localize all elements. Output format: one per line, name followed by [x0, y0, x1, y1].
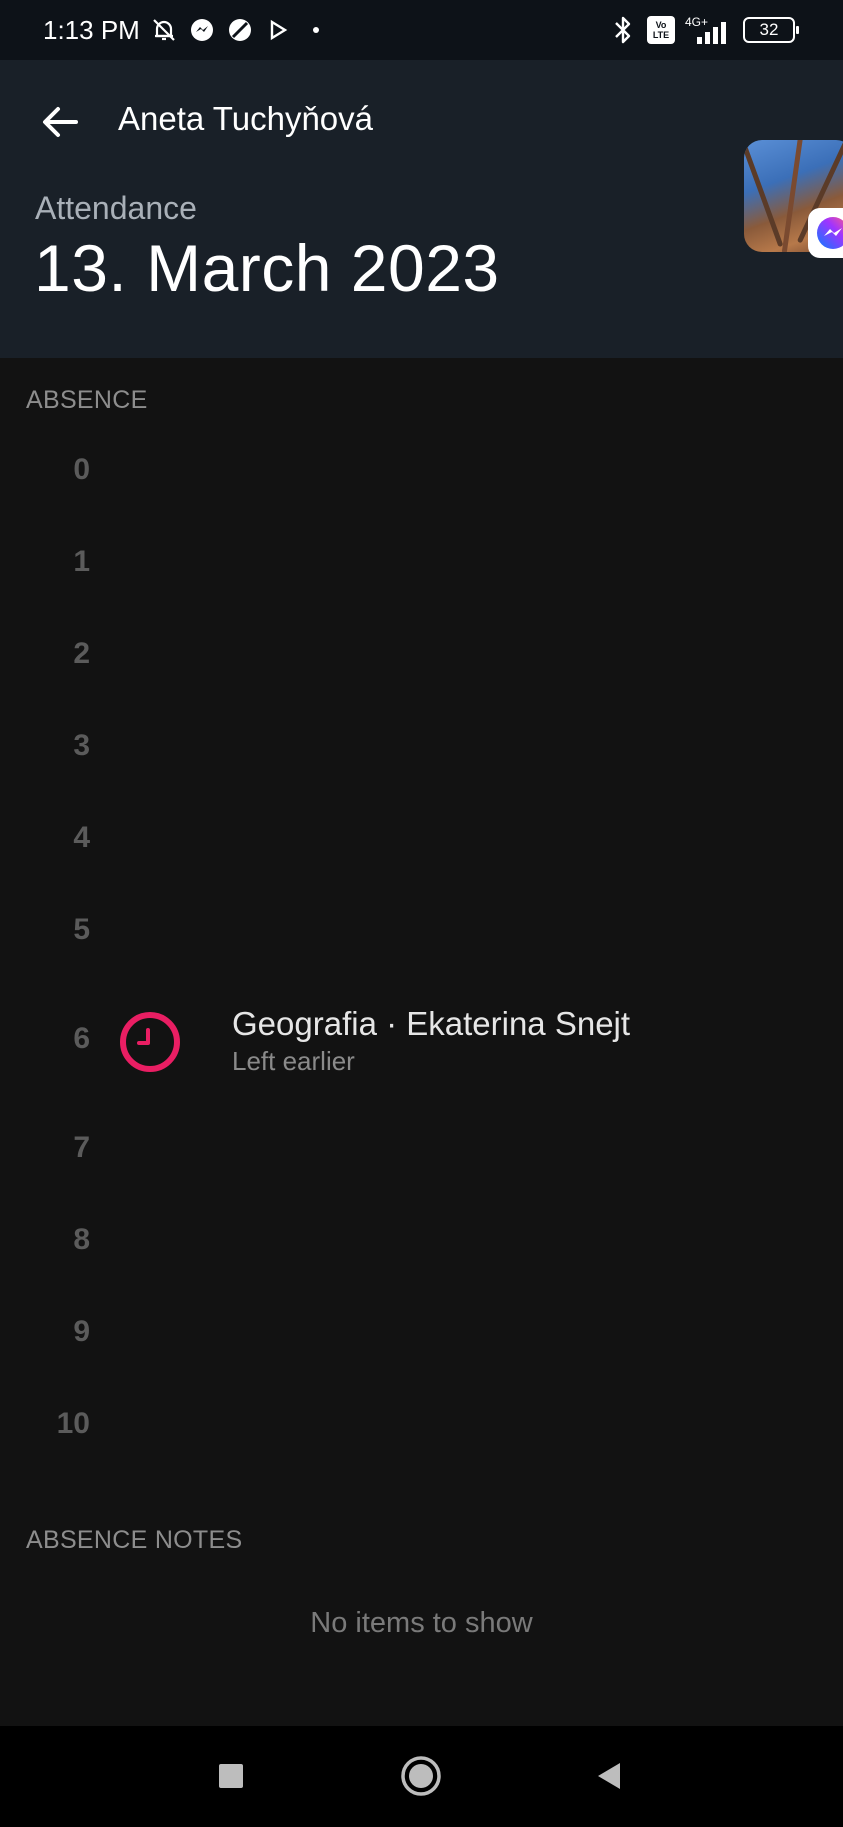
absence-notes-label: ABSENCE NOTES: [26, 1526, 243, 1554]
lesson-number: 5: [73, 913, 90, 946]
lesson-number: 9: [73, 1315, 90, 1348]
lesson-number: 0: [73, 453, 90, 486]
messenger-icon: [808, 208, 843, 258]
messenger-icon: [188, 16, 216, 44]
page-subtitle: Attendance: [35, 190, 197, 226]
square-icon: [219, 1764, 243, 1788]
back-arrow-button[interactable]: [36, 98, 84, 146]
lesson-number: 6: [73, 1022, 90, 1055]
lesson-number: 1: [73, 545, 90, 578]
app-header: Aneta Tuchyňová Attendance 13. March 202…: [0, 60, 843, 358]
back-button[interactable]: [584, 1751, 634, 1801]
status-bar: 1:13 PM Vo LTE 4G+ 32: [0, 0, 843, 60]
lesson-number: 2: [73, 637, 90, 670]
absence-section-label: ABSENCE: [26, 386, 148, 414]
arrow-left-icon: [43, 107, 78, 137]
circle-icon: [401, 1756, 441, 1796]
bell-off-icon: [150, 16, 178, 44]
dot-icon: [302, 16, 330, 44]
empty-state-text: No items to show: [310, 1607, 533, 1639]
clock-icon: [120, 1012, 180, 1072]
status-right: Vo LTE 4G+ 32: [609, 0, 799, 60]
lesson-number: 8: [73, 1223, 90, 1256]
lesson-number: 7: [73, 1131, 90, 1164]
recents-button[interactable]: [206, 1751, 256, 1801]
absence-entry-title: Geografia · Ekaterina Snejt: [232, 1005, 631, 1042]
battery-indicator: 32: [743, 17, 799, 43]
student-name: Aneta Tuchyňová: [118, 100, 374, 137]
absence-entry-status: Left earlier: [232, 1046, 355, 1076]
volte-label: Vo LTE: [652, 20, 670, 40]
no-entry-icon: [226, 16, 254, 44]
lesson-number: 4: [73, 821, 90, 854]
attendance-date: 13. March 2023: [34, 231, 500, 305]
lesson-number: 3: [73, 729, 90, 762]
lesson-number: 10: [56, 1407, 90, 1440]
status-time: 1:13 PM: [43, 14, 140, 45]
network-4g-icon: 4G+: [685, 15, 733, 45]
signal-icon: [697, 22, 726, 44]
triangle-back-icon: [598, 1763, 620, 1789]
volte-icon: Vo LTE: [647, 16, 675, 44]
play-store-icon: [264, 16, 292, 44]
bluetooth-icon: [609, 16, 637, 44]
home-button[interactable]: [396, 1751, 446, 1801]
system-nav-bar: [0, 1726, 843, 1827]
status-left: 1:13 PM: [43, 0, 330, 60]
